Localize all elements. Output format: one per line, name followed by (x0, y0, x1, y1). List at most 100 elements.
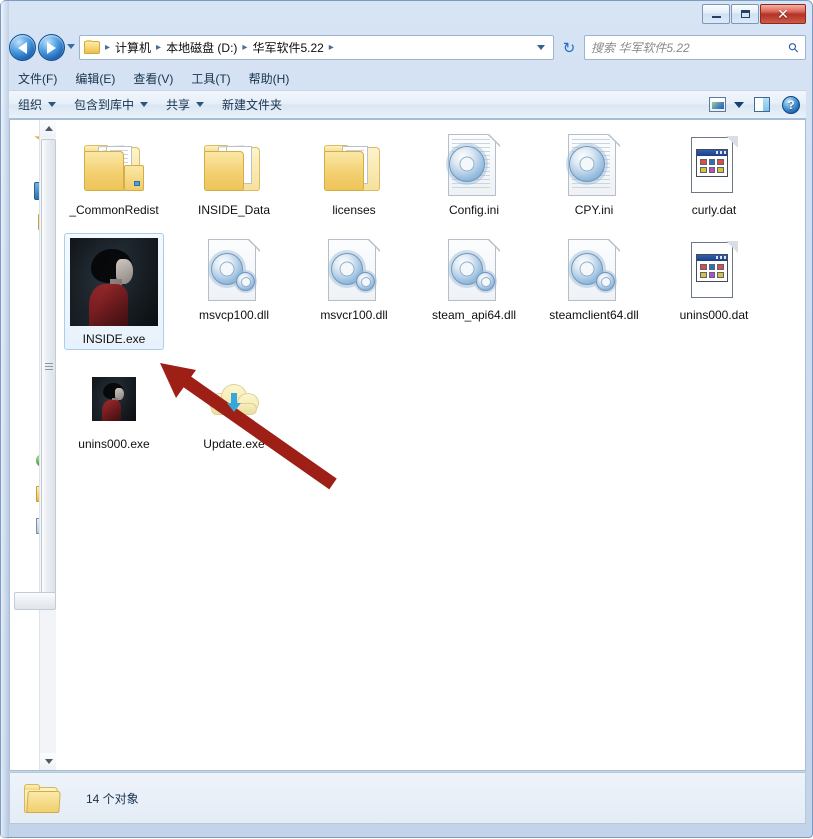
file-label: Update.exe (203, 437, 265, 451)
file-item-unins000-exe[interactable]: unins000.exe (64, 362, 164, 455)
close-icon: ✕ (777, 6, 789, 22)
scrollbar-thumb[interactable] (41, 139, 56, 594)
close-button[interactable]: ✕ (760, 4, 806, 24)
folder-icon (24, 781, 64, 815)
change-view-icon[interactable] (709, 97, 726, 112)
cloud-download-icon (202, 367, 266, 431)
menu-file[interactable]: 文件(F) (9, 68, 66, 89)
file-list[interactable]: _CommonRedist INSIDE_Data licenses Confi… (56, 120, 805, 770)
file-label: licenses (332, 203, 376, 217)
include-in-library-button[interactable]: 包含到库中 (65, 93, 157, 116)
breadcrumb[interactable]: ▸ 计算机 ▸ 本地磁盘 (D:) ▸ 华军软件5.22 ▸ (79, 35, 554, 60)
menu-bar: 文件(F) 编辑(E) 查看(V) 工具(T) 帮助(H) (9, 67, 806, 89)
file-item-steamclient64-dll[interactable]: steamclient64.dll (544, 233, 644, 350)
new-folder-button[interactable]: 新建文件夹 (213, 93, 291, 116)
title-bar: ✕ (1, 1, 813, 29)
back-button[interactable] (9, 34, 36, 61)
new-folder-label: 新建文件夹 (222, 98, 283, 112)
file-label: INSIDE.exe (82, 332, 146, 346)
gear-document-icon (322, 238, 386, 302)
scroll-down-arrow-icon[interactable] (40, 753, 56, 770)
breadcrumb-separator-0[interactable]: ▸ (103, 42, 112, 53)
forward-button[interactable] (38, 34, 65, 61)
file-label: curly.dat (691, 203, 737, 217)
window-controls: ✕ (701, 4, 806, 24)
share-label: 共享 (166, 98, 191, 112)
file-item-config-ini[interactable]: Config.ini (424, 128, 524, 221)
folder-icon (84, 40, 100, 54)
breadcrumb-item-local-disk[interactable]: 本地磁盘 (D:) (163, 37, 240, 58)
folder-icon (202, 133, 266, 197)
menu-edit[interactable]: 编辑(E) (66, 68, 124, 89)
breadcrumb-item-computer[interactable]: 计算机 (112, 37, 154, 58)
dat-file-icon (682, 133, 746, 197)
explorer-window: ✕ ▸ 计算机 ▸ 本地磁盘 (D:) ▸ 华军软件5.22 ▸ ↻ 搜索 华军… (0, 0, 813, 839)
horizontal-scrollbar-thumb[interactable] (14, 592, 56, 610)
file-item-curly-dat[interactable]: curly.dat (664, 128, 764, 221)
preview-pane-icon[interactable] (754, 97, 770, 112)
file-label: msvcr100.dll (320, 308, 388, 322)
breadcrumb-chevron-down-icon[interactable] (537, 45, 545, 50)
maximize-restore-button[interactable] (731, 4, 759, 24)
file-item-msvcr100-dll[interactable]: msvcr100.dll (304, 233, 404, 350)
file-item-unins000-dat[interactable]: unins000.dat (664, 233, 764, 350)
gear-document-icon (562, 238, 626, 302)
file-item-licenses[interactable]: licenses (304, 128, 404, 221)
gear-document-icon (562, 133, 626, 197)
search-placeholder-text: 搜索 华军软件5.22 (591, 41, 690, 55)
chevron-down-icon (48, 102, 57, 107)
item-count-text: 14 个对象 (86, 791, 139, 806)
file-label: unins000.dat (679, 308, 749, 322)
dat-file-icon (682, 238, 746, 302)
file-item-steam-api64-dll[interactable]: steam_api64.dll (424, 233, 524, 350)
minimize-button[interactable] (702, 4, 730, 24)
file-item-update-exe[interactable]: Update.exe (184, 362, 284, 455)
refresh-button[interactable]: ↻ (558, 37, 580, 58)
chevron-down-icon (140, 102, 149, 107)
organize-button[interactable]: 组织 (9, 93, 65, 116)
file-label: steam_api64.dll (431, 308, 517, 322)
include-in-library-label: 包含到库中 (74, 98, 135, 112)
file-label: steamclient64.dll (549, 308, 639, 322)
scroll-up-arrow-icon[interactable] (40, 120, 56, 137)
breadcrumb-separator-3[interactable]: ▸ (327, 42, 336, 53)
file-item-msvcp100-dll[interactable]: msvcp100.dll (184, 233, 284, 350)
file-label: unins000.exe (78, 437, 150, 451)
file-item-inside-data[interactable]: INSIDE_Data (184, 128, 284, 221)
help-icon[interactable]: ? (782, 95, 800, 114)
file-item-cpy-ini[interactable]: CPY.ini (544, 128, 644, 221)
breadcrumb-separator-2[interactable]: ▸ (240, 42, 249, 53)
breadcrumb-separator-1[interactable]: ▸ (154, 42, 163, 53)
share-button[interactable]: 共享 (157, 93, 213, 116)
forward-arrow-icon (38, 34, 65, 61)
toolbar-right-group: ? (709, 95, 806, 114)
file-label: CPY.ini (574, 203, 614, 217)
refresh-icon: ↻ (562, 39, 576, 57)
back-arrow-icon (9, 34, 36, 61)
chevron-down-icon (196, 102, 205, 107)
file-item-inside-exe[interactable]: INSIDE.exe (64, 233, 164, 350)
recent-pages-chevron-down-icon[interactable] (67, 44, 75, 49)
navigation-pane[interactable] (10, 120, 56, 770)
organize-label: 组织 (18, 98, 43, 112)
file-label: INSIDE_Data (197, 203, 271, 217)
file-label: Config.ini (448, 203, 500, 217)
status-bar: 14 个对象 (9, 772, 806, 824)
breadcrumb-item-current-folder[interactable]: 华军软件5.22 (249, 37, 326, 58)
chevron-down-icon[interactable] (734, 101, 744, 108)
window-glass-edge (1, 1, 9, 839)
navigation-pane-scrollbar[interactable] (39, 120, 56, 770)
gear-document-icon (442, 133, 506, 197)
file-item-commonredist[interactable]: _CommonRedist (64, 128, 164, 221)
inside-game-icon (82, 367, 146, 431)
gear-document-icon (202, 238, 266, 302)
search-input[interactable]: 搜索 华军软件5.22 ⚲ (584, 35, 806, 60)
folder-icon (82, 133, 146, 197)
address-bar-row: ▸ 计算机 ▸ 本地磁盘 (D:) ▸ 华军软件5.22 ▸ ↻ 搜索 华军软件… (1, 31, 813, 65)
menu-help[interactable]: 帮助(H) (240, 68, 299, 89)
gear-document-icon (442, 238, 506, 302)
menu-view[interactable]: 查看(V) (124, 68, 182, 89)
inside-game-icon (70, 238, 158, 326)
main-content-area: _CommonRedist INSIDE_Data licenses Confi… (9, 119, 806, 771)
menu-tools[interactable]: 工具(T) (182, 68, 239, 89)
